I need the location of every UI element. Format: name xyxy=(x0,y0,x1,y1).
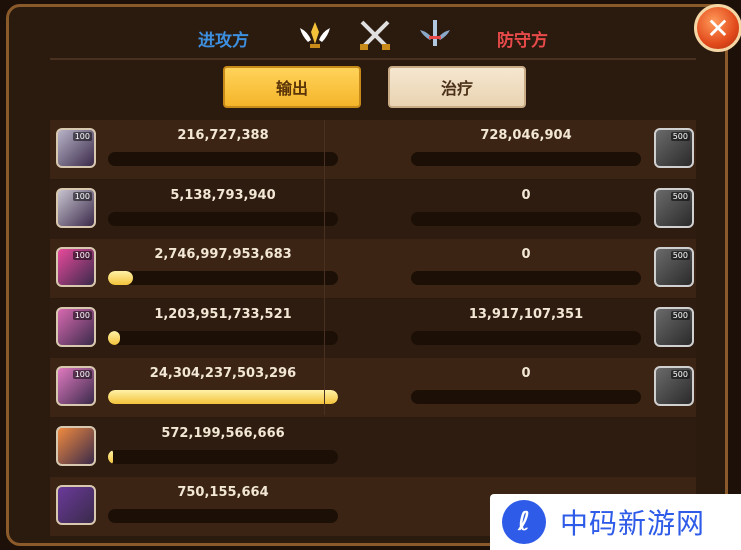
defender-value: 0 xyxy=(521,247,531,262)
defender-avatar[interactable]: 500 xyxy=(654,187,694,228)
avatar-level: 500 xyxy=(670,251,690,260)
avatar-level: 500 xyxy=(670,310,690,320)
attacker-bar-fill xyxy=(108,271,134,285)
defender-avatar[interactable]: 500 xyxy=(654,128,694,168)
attacker-avatar[interactable]: 100 xyxy=(56,306,96,347)
avatar-level: 100 xyxy=(72,370,92,379)
attacker-value: 750,155,664 xyxy=(177,485,269,500)
header: 进攻方 防守方 xyxy=(0,18,741,58)
attacker-value: 1,203,951,733,521 xyxy=(154,306,292,322)
attacker-bar xyxy=(108,152,338,166)
defender-value: 728,046,904 xyxy=(480,128,572,143)
defender-bar xyxy=(411,152,641,166)
defender-bar xyxy=(411,271,641,285)
avatar-level: 100 xyxy=(72,251,92,260)
attacker-bar-fill xyxy=(108,330,120,345)
attacker-avatar[interactable] xyxy=(56,425,96,466)
stats-row: 572,199,566,666 xyxy=(50,417,696,477)
tab-output[interactable]: 输出 xyxy=(223,66,361,108)
stats-row: 100 216,727,388 728,046,904 500 xyxy=(50,120,696,179)
avatar-level: 100 xyxy=(72,191,92,201)
attacker-value: 5,138,793,940 xyxy=(170,187,276,203)
defender-value: 0 xyxy=(521,187,531,203)
header-divider xyxy=(50,58,696,60)
defender-label: 防守方 xyxy=(497,31,548,51)
attacker-avatar[interactable]: 100 xyxy=(56,366,96,406)
column-divider xyxy=(324,120,325,415)
stats-row: 100 2,746,997,953,683 0 500 xyxy=(50,239,696,298)
defender-bar xyxy=(411,211,641,226)
watermark-text: 中码新游网 xyxy=(560,507,706,540)
crossed-swords-icon xyxy=(358,18,392,52)
attacker-bar xyxy=(108,390,338,404)
avatar-level: 500 xyxy=(670,191,690,201)
stats-row: 100 5,138,793,940 0 500 xyxy=(50,179,696,239)
attacker-avatar[interactable] xyxy=(56,485,96,525)
attacker-value: 572,199,566,666 xyxy=(161,425,285,441)
defender-avatar[interactable]: 500 xyxy=(654,247,694,287)
stats-row: 100 1,203,951,733,521 13,917,107,351 500 xyxy=(50,298,696,358)
sword-wings-icon xyxy=(418,18,452,52)
stats-row: 100 24,304,237,503,296 0 500 xyxy=(50,358,696,417)
attacker-bar xyxy=(108,271,338,285)
attacker-avatar[interactable]: 100 xyxy=(56,187,96,228)
avatar-level: 500 xyxy=(670,370,690,379)
defender-value: 0 xyxy=(521,366,531,381)
tab-heal[interactable]: 治疗 xyxy=(388,66,526,108)
avatar-level: 500 xyxy=(670,132,690,141)
attacker-avatar[interactable]: 100 xyxy=(56,128,96,168)
attacker-bar-fill xyxy=(108,449,113,464)
attacker-avatar[interactable]: 100 xyxy=(56,247,96,287)
attacker-value: 216,727,388 xyxy=(177,128,269,143)
defender-avatar[interactable]: 500 xyxy=(654,306,694,347)
defender-value: 13,917,107,351 xyxy=(468,306,584,322)
attacker-bar xyxy=(108,211,338,226)
defender-bar xyxy=(411,390,641,404)
attacker-bar-fill xyxy=(108,390,338,404)
attacker-bar xyxy=(108,509,338,523)
attacker-value: 2,746,997,953,683 xyxy=(154,247,292,262)
avatar-level: 100 xyxy=(72,132,92,141)
avatar-level: 100 xyxy=(72,310,92,320)
watermark: ℓ 中码新游网 xyxy=(490,494,741,550)
attacker-bar xyxy=(108,449,338,464)
trophy-wings-icon xyxy=(298,18,332,52)
leaf-logo-icon: ℓ xyxy=(502,500,546,544)
attacker-label: 进攻方 xyxy=(198,31,249,51)
defender-avatar[interactable]: 500 xyxy=(654,366,694,406)
defender-bar xyxy=(411,330,641,345)
attacker-value: 24,304,237,503,296 xyxy=(149,366,297,381)
attacker-bar xyxy=(108,330,338,345)
